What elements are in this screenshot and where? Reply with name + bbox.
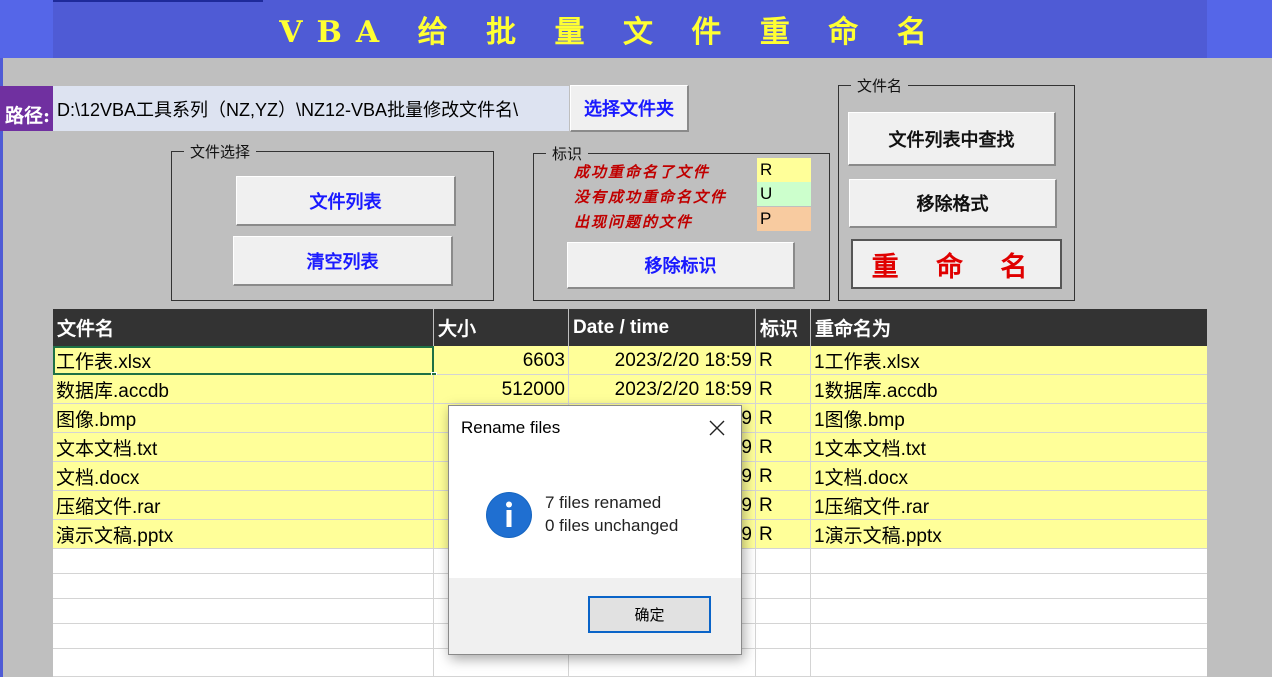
cell-new-name[interactable]: 1文档.docx [811, 462, 1207, 491]
find-in-list-button[interactable]: 文件列表中查找 [848, 112, 1056, 166]
empty-cell[interactable] [53, 549, 434, 574]
cell-size[interactable]: 6603 [434, 346, 569, 375]
path-label: 路径: [0, 86, 53, 131]
page-title: VBA 给 批 量 文 件 重 命 名 [279, 15, 941, 50]
cell-file-name[interactable]: 文本文档.txt [53, 433, 434, 462]
legend-problem-label: 出现问题的文件 [574, 213, 694, 231]
cell-new-name[interactable]: 1数据库.accdb [811, 375, 1207, 404]
cell-datetime[interactable]: 2023/2/20 18:59 [569, 375, 756, 404]
cell-file-name[interactable]: 演示文稿.pptx [53, 520, 434, 549]
header-right-block [1207, 0, 1272, 58]
col-header-datetime[interactable]: Date / time [569, 309, 756, 346]
dialog-title: Rename files [461, 418, 561, 437]
close-icon[interactable] [707, 418, 727, 438]
cell-mark[interactable]: R [756, 520, 811, 549]
cell-new-name[interactable]: 1压缩文件.rar [811, 491, 1207, 520]
empty-cell[interactable] [756, 549, 811, 574]
cell-file-name[interactable]: 文档.docx [53, 462, 434, 491]
cell-mark[interactable]: R [756, 462, 811, 491]
cell-mark[interactable]: R [756, 346, 811, 375]
select-folder-button[interactable]: 选择文件夹 [570, 85, 689, 132]
clear-list-button[interactable]: 清空列表 [233, 236, 453, 286]
empty-cell[interactable] [53, 599, 434, 624]
cell-new-name[interactable]: 1图像.bmp [811, 404, 1207, 433]
cell-file-name[interactable]: 图像.bmp [53, 404, 434, 433]
legend-renamed-code: R [757, 158, 811, 182]
cell-mark[interactable]: R [756, 433, 811, 462]
empty-cell[interactable] [756, 624, 811, 649]
title-bar: VBA 给 批 量 文 件 重 命 名 [53, 0, 1207, 58]
col-header-size[interactable]: 大小 [434, 309, 569, 346]
remove-marks-button[interactable]: 移除标识 [567, 242, 795, 289]
ok-button[interactable]: 确定 [588, 596, 711, 633]
legend-renamed-label: 成功重命名了文件 [574, 163, 711, 181]
path-field[interactable]: D:\12VBA工具系列（NZ,YZ）\NZ12-VBA批量修改文件名\ [53, 86, 569, 131]
file-name-group-title: 文件名 [851, 75, 909, 96]
cell-file-name[interactable]: 压缩文件.rar [53, 491, 434, 520]
cell-file-name[interactable]: 工作表.xlsx [53, 346, 434, 375]
title-accent-line [53, 0, 263, 2]
empty-cell[interactable] [53, 574, 434, 599]
col-header-file-name[interactable]: 文件名 [53, 309, 434, 346]
cell-mark[interactable]: R [756, 404, 811, 433]
rename-files-dialog: Rename files 7 files renamed 0 files unc… [448, 405, 742, 655]
header-left-block [0, 0, 53, 58]
cell-new-name[interactable]: 1工作表.xlsx [811, 346, 1207, 375]
info-icon [486, 492, 532, 538]
cell-mark[interactable]: R [756, 491, 811, 520]
table-row: 数据库.accdb 512000 2023/2/20 18:59 R 1数据库.… [53, 375, 1207, 404]
empty-cell[interactable] [756, 599, 811, 624]
file-list-button[interactable]: 文件列表 [236, 176, 456, 226]
col-header-new-name[interactable]: 重命名为 [811, 309, 1207, 346]
dialog-footer: 确定 [449, 578, 741, 654]
table-row: 工作表.xlsx 6603 2023/2/20 18:59 R 1工作表.xls… [53, 346, 1207, 375]
rename-button[interactable]: 重 命 名 [851, 239, 1062, 289]
remove-format-button[interactable]: 移除格式 [849, 179, 1057, 228]
legend-unchanged-code: U [757, 182, 811, 206]
dialog-message-renamed: 7 files renamed [545, 493, 662, 512]
legend-problem-code: P [757, 207, 811, 231]
file-select-group-title: 文件选择 [184, 141, 257, 162]
table-header: 文件名 大小 Date / time 标识 重命名为 [53, 309, 1207, 346]
cell-mark[interactable]: R [756, 375, 811, 404]
cell-new-name[interactable]: 1演示文稿.pptx [811, 520, 1207, 549]
dialog-message-unchanged: 0 files unchanged [545, 516, 679, 535]
cell-datetime[interactable]: 2023/2/20 18:59 [569, 346, 756, 375]
empty-cell[interactable] [756, 649, 811, 677]
legend-unchanged-label: 没有成功重命名文件 [574, 188, 728, 206]
cell-size[interactable]: 512000 [434, 375, 569, 404]
empty-cell[interactable] [53, 624, 434, 649]
cell-file-name[interactable]: 数据库.accdb [53, 375, 434, 404]
cell-new-name[interactable]: 1文本文档.txt [811, 433, 1207, 462]
col-header-mark[interactable]: 标识 [756, 309, 811, 346]
empty-cell[interactable] [53, 649, 434, 677]
empty-cell[interactable] [756, 574, 811, 599]
